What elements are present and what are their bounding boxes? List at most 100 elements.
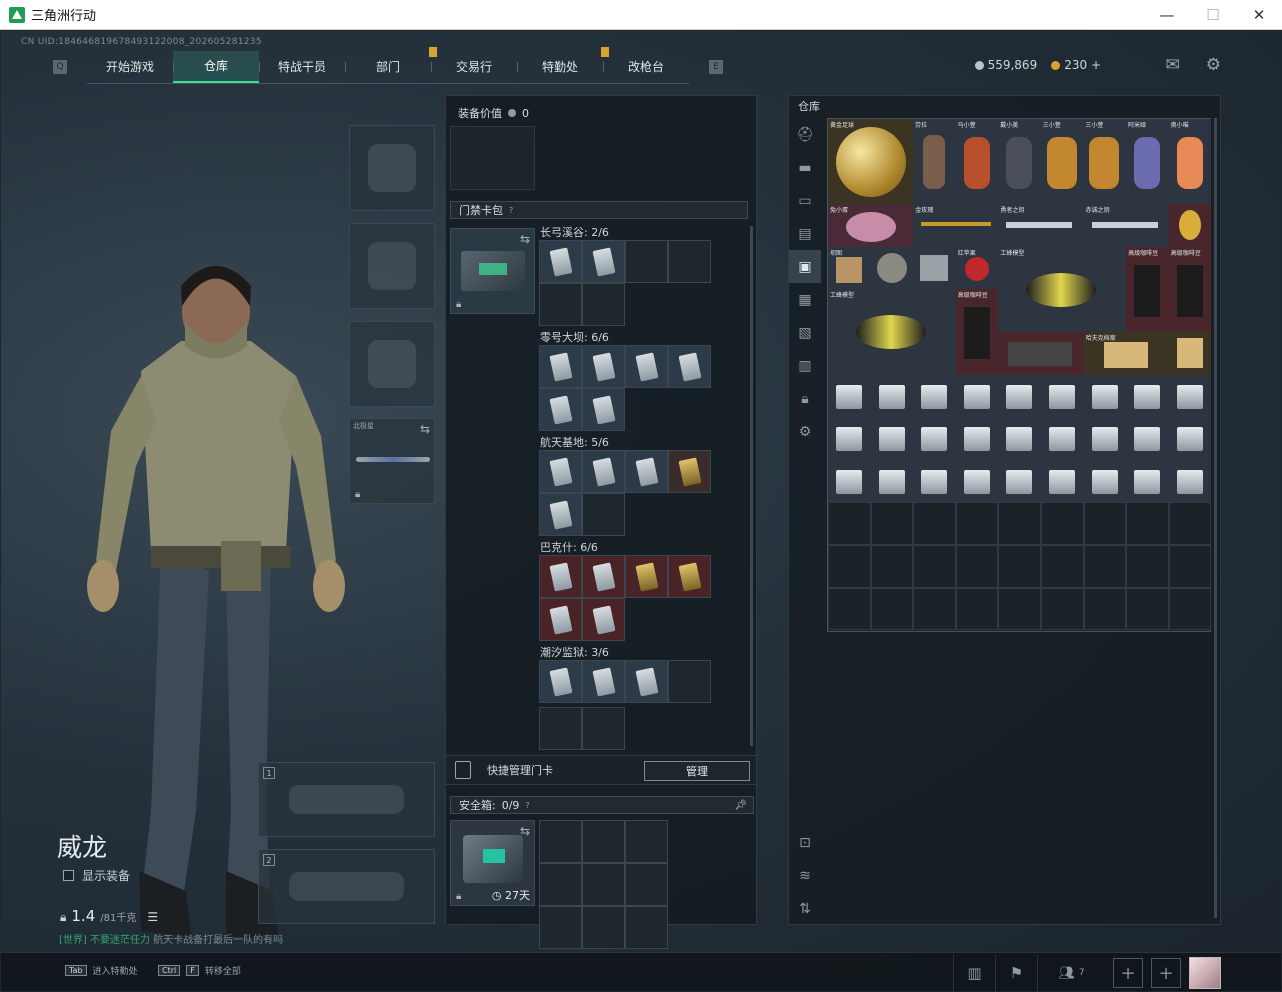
stash-item-electronics[interactable]	[1041, 417, 1084, 460]
invite-slot-button[interactable]: +	[1113, 958, 1143, 988]
hint-enter-special-ops[interactable]: Tab 进入特勤处	[65, 964, 138, 977]
settings-gear-icon[interactable]: ⚙	[1206, 55, 1221, 75]
stash-item-figure[interactable]: 三小萱	[1083, 119, 1126, 204]
stash-item-electronics[interactable]	[998, 459, 1041, 503]
tab-start-game[interactable]: 开始游戏	[87, 51, 173, 83]
keycard-item[interactable]	[539, 555, 582, 598]
warehouse-cell[interactable]	[1126, 544, 1169, 588]
stash-item-electronics[interactable]	[870, 374, 914, 418]
friends-button[interactable]: 👥︎ 7	[1037, 955, 1105, 991]
tab-gunsmith[interactable]: 改枪台	[603, 51, 689, 83]
stash-item-figure[interactable]: 戴小美	[998, 119, 1041, 204]
keycard-empty-slot[interactable]	[625, 240, 668, 283]
warehouse-cell[interactable]	[1126, 502, 1169, 545]
safe-box-cell[interactable]	[582, 820, 625, 863]
ammo-category-icon[interactable]: ▤	[789, 217, 821, 250]
warehouse-cell[interactable]	[955, 587, 999, 631]
warehouse-cell[interactable]	[1040, 502, 1084, 545]
stash-item-electronics[interactable]	[828, 374, 871, 418]
stash-item-document[interactable]: 哈夫克档案	[1083, 332, 1169, 375]
warehouse-cell[interactable]	[913, 587, 956, 631]
keycard-item[interactable]	[668, 555, 711, 598]
warehouse-cell[interactable]	[1168, 544, 1212, 588]
show-equipment-checkbox[interactable]	[63, 870, 74, 881]
nav-next-key[interactable]: E	[709, 60, 723, 74]
stash-item-electronics[interactable]	[1168, 374, 1212, 418]
safe-box-cell[interactable]	[625, 906, 668, 949]
stash-item-electronics[interactable]	[955, 374, 999, 418]
stats-chart-icon[interactable]: ▥	[953, 955, 995, 991]
expand-warehouse-icon[interactable]: ⊡	[789, 826, 821, 859]
keycard-item[interactable]	[539, 493, 582, 536]
chat-ticker[interactable]: [世界] 不要迷茫任力 航天卡战备打最后一队的有吗	[59, 931, 283, 946]
keycard-item[interactable]	[539, 345, 582, 388]
stack-layers-icon[interactable]: ≋	[789, 859, 821, 892]
stash-item-electronics[interactable]	[1083, 459, 1127, 503]
tab-operators[interactable]: 特战干员	[259, 51, 345, 83]
warehouse-cell[interactable]	[1168, 502, 1212, 545]
stash-item-electronics[interactable]	[1126, 417, 1169, 460]
keycard-scrollbar[interactable]	[750, 226, 753, 746]
mail-icon[interactable]: ✉	[1166, 55, 1180, 75]
pistol-slot[interactable]	[349, 321, 435, 407]
keycard-item[interactable]	[539, 240, 582, 283]
medical-category-icon[interactable]: ▦	[789, 283, 821, 316]
keycard-empty-slot[interactable]	[539, 283, 582, 326]
stash-item-gold-football[interactable]: 黄金足球	[828, 119, 913, 204]
stash-item-coffee[interactable]: 高级咖啡豆	[1126, 246, 1169, 332]
help-icon[interactable]: ?	[509, 206, 513, 215]
keycard-empty-slot[interactable]	[582, 283, 625, 326]
minimize-button[interactable]: —	[1144, 0, 1190, 30]
tab-special-ops[interactable]: 特勤处	[517, 46, 609, 83]
close-button[interactable]: ✕	[1236, 0, 1282, 30]
stash-item-figure[interactable]: 马小萱	[955, 119, 999, 204]
flag-icon[interactable]: ⚑	[995, 955, 1037, 991]
warehouse-cell[interactable]	[870, 587, 914, 631]
hint-transfer-all[interactable]: Ctrl F 转移全部	[158, 964, 241, 977]
show-equipment-toggle[interactable]: 显示装备	[63, 867, 130, 884]
pin-icon[interactable]: 📌︎	[734, 800, 747, 811]
add-currency-button[interactable]: +	[1091, 58, 1101, 72]
stash-item-electronics[interactable]	[828, 459, 871, 503]
stash-item-electronics[interactable]	[828, 417, 871, 460]
stash-item-coffee[interactable]: 高级咖啡豆	[955, 289, 999, 375]
warehouse-cell[interactable]	[998, 587, 1041, 631]
stash-item-electronics[interactable]	[955, 459, 999, 503]
stash-item-electronics[interactable]	[913, 374, 956, 418]
keycard-item[interactable]	[582, 240, 625, 283]
stash-item-map[interactable]: 坝图	[828, 246, 871, 290]
keycard-empty-slot[interactable]	[582, 707, 625, 750]
stash-item-apple[interactable]: 红苹果	[955, 246, 999, 290]
keycard-bag-slot[interactable]: ⇆ 🔒︎	[450, 228, 535, 314]
stash-item-key[interactable]: 赤诚之钥	[1083, 204, 1169, 247]
warehouse-cell[interactable]	[1040, 544, 1084, 588]
stash-item-document[interactable]	[1168, 332, 1212, 375]
stash-item-photo[interactable]	[913, 246, 956, 290]
warehouse-cell[interactable]	[1126, 587, 1169, 631]
melee-slot[interactable]: 北极星 ⇆ 🔒︎	[349, 418, 435, 504]
stash-item-wasp-model[interactable]: 工蜂模型	[998, 246, 1127, 332]
helmet-category-icon[interactable]: ⛑︎	[789, 118, 821, 151]
stash-item-bunny-egg[interactable]: 兔小蛋	[828, 204, 914, 247]
warehouse-cell[interactable]	[828, 502, 871, 545]
warehouse-cell[interactable]	[955, 544, 999, 588]
keycard-item[interactable]	[625, 345, 668, 388]
stash-item-electronics[interactable]	[870, 459, 914, 503]
locked-category-icon[interactable]: 🔒︎	[789, 382, 821, 415]
misc-category-icon[interactable]: ▥	[789, 349, 821, 382]
primary-weapon-slot-2[interactable]: 2	[258, 849, 435, 924]
stash-item-figure[interactable]: 奥小喵	[1168, 119, 1212, 204]
warehouse-cell[interactable]	[1040, 587, 1084, 631]
warehouse-cell[interactable]	[955, 502, 999, 545]
warehouse-cell[interactable]	[828, 587, 871, 631]
stash-item-wasp-model[interactable]: 工蜂模型	[828, 289, 956, 375]
keycard-item[interactable]	[582, 345, 625, 388]
keycard-item[interactable]	[668, 345, 711, 388]
manage-button[interactable]: 管理	[644, 761, 750, 781]
keycard-empty-slot[interactable]	[668, 240, 711, 283]
stash-item-electronics[interactable]	[1083, 417, 1127, 460]
safe-box-cell[interactable]	[625, 820, 668, 863]
warehouse-cell[interactable]	[913, 502, 956, 545]
stash-item-electronics[interactable]	[1041, 459, 1084, 503]
rifle-category-icon[interactable]: ▬	[789, 151, 821, 184]
